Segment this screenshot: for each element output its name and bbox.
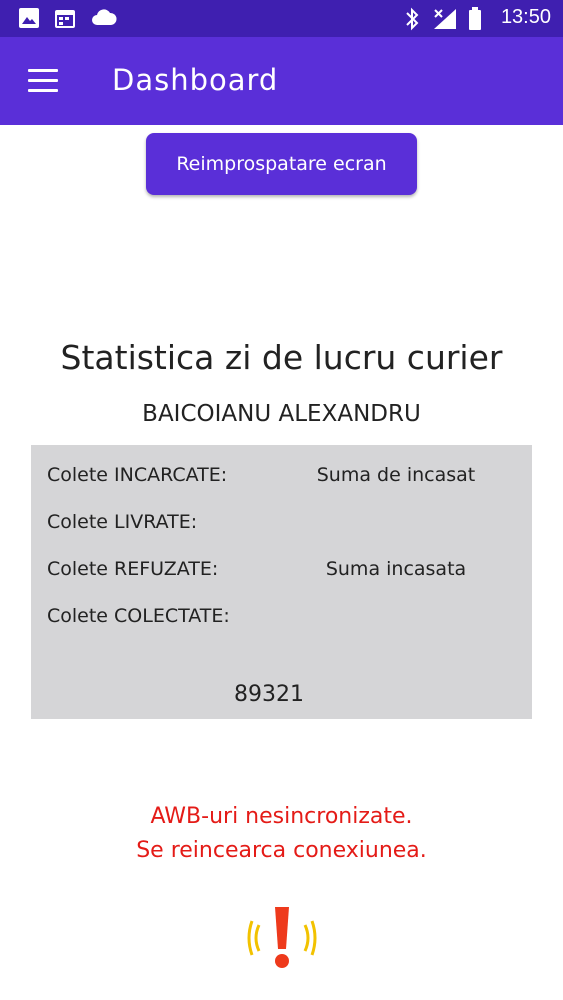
stat-refused-label: Colete REFUZATE: — [47, 558, 219, 580]
hamburger-menu-icon[interactable] — [18, 61, 68, 101]
page-title: Dashboard — [112, 63, 279, 97]
amount-collected-label: Suma incasata — [325, 558, 467, 580]
stat-delivered-label: Colete LIVRATE: — [47, 511, 198, 533]
stats-title: Statistica zi de lucru curier — [60, 338, 503, 377]
stat-collected-label: Colete COLECTATE: — [47, 605, 230, 627]
status-bar: 13:50 — [0, 0, 563, 37]
sync-warning-line1: AWB-uri nesincronizate. — [150, 804, 413, 829]
courier-name: BAICOIANU ALEXANDRU — [142, 401, 421, 427]
amount-to-collect-label: Suma de incasat — [316, 464, 476, 486]
image-icon — [19, 8, 39, 28]
sync-warning: AWB-uri nesincronizate. Se reincearca co… — [0, 800, 563, 868]
battery-icon — [469, 7, 481, 30]
signal-icon — [434, 9, 456, 29]
status-time: 13:50 — [500, 6, 551, 28]
stats-panel: Colete INCARCATE: Colete LIVRATE: Colete… — [31, 445, 532, 719]
bluetooth-icon — [406, 7, 419, 31]
refresh-screen-button[interactable]: Reimprospatare ecran — [146, 133, 417, 195]
calendar-icon — [55, 10, 75, 28]
stat-loaded-label: Colete INCARCATE: — [47, 464, 228, 486]
courier-code: 89321 — [234, 682, 304, 707]
app-bar: Dashboard — [0, 37, 563, 125]
cloud-icon — [92, 9, 117, 25]
sync-warning-line2: Se reincearca conexiunea. — [136, 838, 427, 863]
alert-vibrate-icon — [247, 907, 317, 968]
